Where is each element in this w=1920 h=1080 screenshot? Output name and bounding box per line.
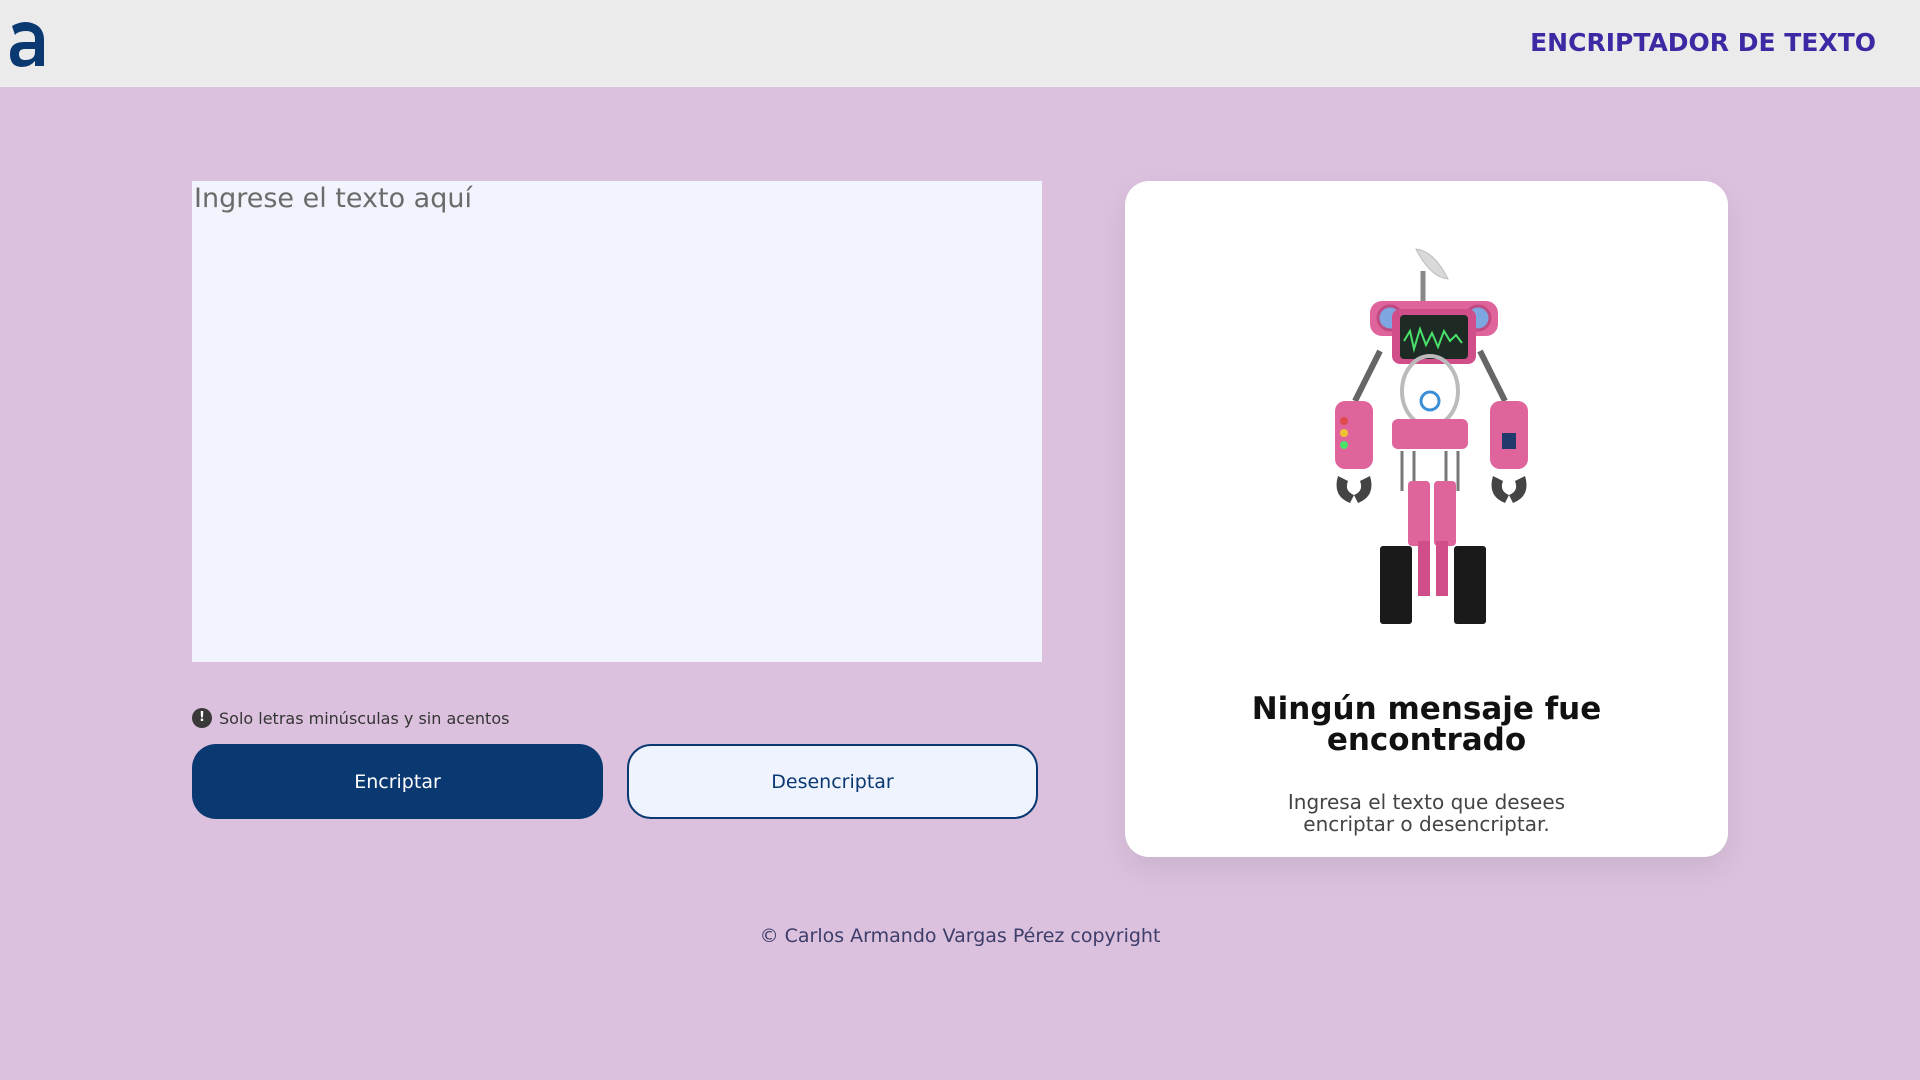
decrypt-button[interactable]: Desencriptar — [627, 744, 1038, 819]
text-input[interactable] — [192, 181, 1042, 662]
hint-text: Solo letras minúsculas y sin acentos — [219, 708, 510, 728]
empty-message-text: Ingresa el texto que desees encriptar o … — [1287, 790, 1566, 836]
input-hint: ! Solo letras minúsculas y sin acentos — [192, 707, 509, 729]
robot-illustration — [1335, 248, 1528, 624]
alura-logo-icon[interactable] — [6, 14, 46, 70]
footer-copyright: © Carlos Armando Vargas Pérez copyright — [759, 925, 1161, 947]
encrypt-button[interactable]: Encriptar — [192, 744, 603, 819]
exclamation-circle-icon: ! — [192, 708, 212, 728]
empty-message-title: Ningún mensaje fue encontrado — [1251, 691, 1602, 758]
output-panel: Ningún mensaje fue encontrado Ingresa el… — [1125, 181, 1728, 857]
header: ENCRIPTADOR DE TEXTO — [0, 0, 1920, 87]
app-title: ENCRIPTADOR DE TEXTO — [1530, 28, 1876, 57]
